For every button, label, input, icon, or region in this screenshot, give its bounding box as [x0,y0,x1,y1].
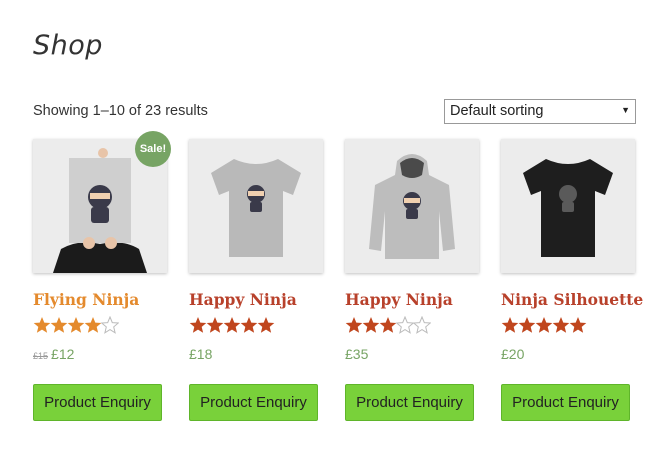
sale-badge: Sale! [135,131,171,167]
product-image[interactable] [189,139,323,273]
product-price: £20 [501,346,524,362]
current-price: £35 [345,346,369,362]
tshirt-grey-image [189,139,323,273]
product-image[interactable] [345,139,479,273]
product-card: Sale! Flying Ninja £15 £12 Product Enquir… [33,131,171,421]
product-card: Happy Ninja £18 Product Enquiry [189,139,323,421]
product-card: Ninja Silhouette £20 Product Enquiry [501,139,643,421]
chevron-down-icon: ▼ [621,105,630,115]
current-price: £12 [51,346,75,362]
product-image[interactable]: Sale! [33,131,171,273]
product-price: £35 [345,346,368,362]
page-title: Shop [33,30,103,61]
product-title[interactable]: Happy Ninja [189,290,297,309]
product-title[interactable]: Happy Ninja [345,290,453,309]
product-enquiry-button[interactable]: Product Enquiry [189,384,318,421]
sort-select[interactable]: Default sorting ▼ [444,99,636,124]
product-image[interactable] [501,139,635,273]
product-title[interactable]: Ninja Silhouette [501,290,643,309]
star-icons [501,317,587,333]
star-rating [189,316,275,334]
star-icons [189,317,275,333]
product-enquiry-button[interactable]: Product Enquiry [345,384,474,421]
product-card: Happy Ninja £35 Product Enquiry [345,139,479,421]
current-price: £20 [501,346,525,362]
product-price: £18 [189,346,212,362]
product-title[interactable]: Flying Ninja [33,290,139,309]
sort-select-value: Default sorting [450,103,544,119]
hoodie-grey-image [345,139,479,273]
old-price: £15 [33,351,49,361]
tshirt-black-image [501,139,635,273]
star-rating [33,316,119,334]
current-price: £18 [189,346,213,362]
product-enquiry-button[interactable]: Product Enquiry [501,384,630,421]
product-enquiry-button[interactable]: Product Enquiry [33,384,162,421]
star-icons [345,316,431,334]
result-count: Showing 1–10 of 23 results [33,103,208,119]
product-price: £15 £12 [33,346,74,362]
star-icons [33,316,119,334]
star-rating [501,316,587,334]
star-rating [345,316,431,334]
